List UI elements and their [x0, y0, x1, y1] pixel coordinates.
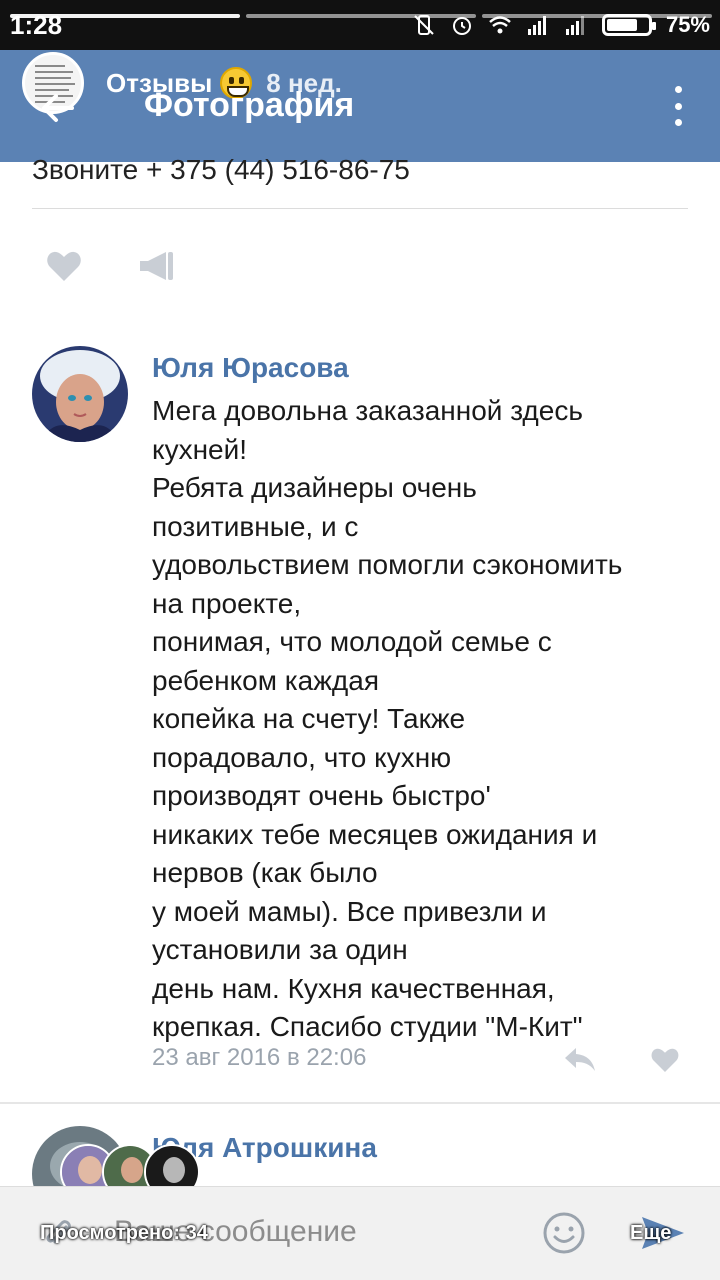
comment-line: Мега довольна заказанной здесь [152, 395, 583, 426]
comment-text: Мега довольна заказанной здесь кухней! Р… [152, 392, 712, 1047]
wifi-icon [489, 16, 511, 34]
battery-fill [606, 19, 637, 31]
avatar[interactable] [32, 346, 128, 442]
emoji-icon[interactable] [542, 1211, 586, 1255]
battery-percent: 75% [665, 12, 710, 37]
comment-line: никаких тебе месяцев ожидания и [152, 818, 598, 850]
comment-line: понимая, что молодой семье с [152, 626, 552, 657]
comment-line: установили за один [152, 934, 408, 965]
comment-line: нервов (как было [152, 857, 378, 888]
reply-icon[interactable] [562, 1044, 598, 1074]
story-more-button[interactable]: Еще [630, 1222, 671, 1245]
status-icons: 75% [412, 12, 710, 38]
comment-line: ребенком каждая [152, 664, 379, 696]
status-bar: 1:28 75% [0, 0, 720, 50]
post-actions [44, 246, 176, 286]
comment-line: позитивные, и с [152, 510, 359, 542]
back-arrow-icon[interactable] [36, 86, 80, 130]
share-megaphone-icon[interactable] [136, 246, 176, 286]
comment-line: день нам. Кухня качественная, [152, 972, 555, 1004]
comment-line: крепкая. Спасибо студии "М-Кит" [152, 1011, 583, 1042]
comment-line: удовольствием помогли сэкономить [152, 549, 623, 580]
status-time: 1:28 [10, 10, 63, 40]
app-header: Отзывы 8 нед. Фотография [0, 50, 720, 162]
divider [0, 1102, 720, 1104]
signal-icon [527, 16, 546, 35]
battery-icon [601, 14, 656, 36]
comment-line: производят очень быстро' [152, 780, 491, 811]
more-menu-button[interactable] [672, 86, 684, 126]
page-title: Фотография [144, 86, 355, 124]
comment-line: кухней! [152, 433, 248, 465]
comment-line: копейка на счету! Также [152, 703, 466, 734]
comment-author[interactable]: Юля Юрасова [152, 352, 349, 384]
comment-line: порадовало, что кухню [152, 741, 452, 773]
comment-line: Ребята дизайнеры очень [152, 472, 477, 503]
signal-icon [565, 16, 584, 35]
alarm-icon [452, 17, 471, 35]
mute-vibrate-icon [414, 15, 434, 35]
comment-line: у моей мамы). Все привезли и [152, 895, 547, 927]
comment-date: 23 авг 2016 в 22:06 [152, 1044, 367, 1071]
like-heart-icon[interactable] [44, 246, 84, 286]
story-views-count[interactable]: Просмотрено: 34 [40, 1222, 208, 1245]
comment-line: на проекте, [152, 587, 302, 619]
divider [32, 208, 688, 209]
post-text: Звоните + 375 (44) 516-86-75 [32, 154, 410, 185]
like-heart-icon[interactable] [648, 1044, 682, 1076]
